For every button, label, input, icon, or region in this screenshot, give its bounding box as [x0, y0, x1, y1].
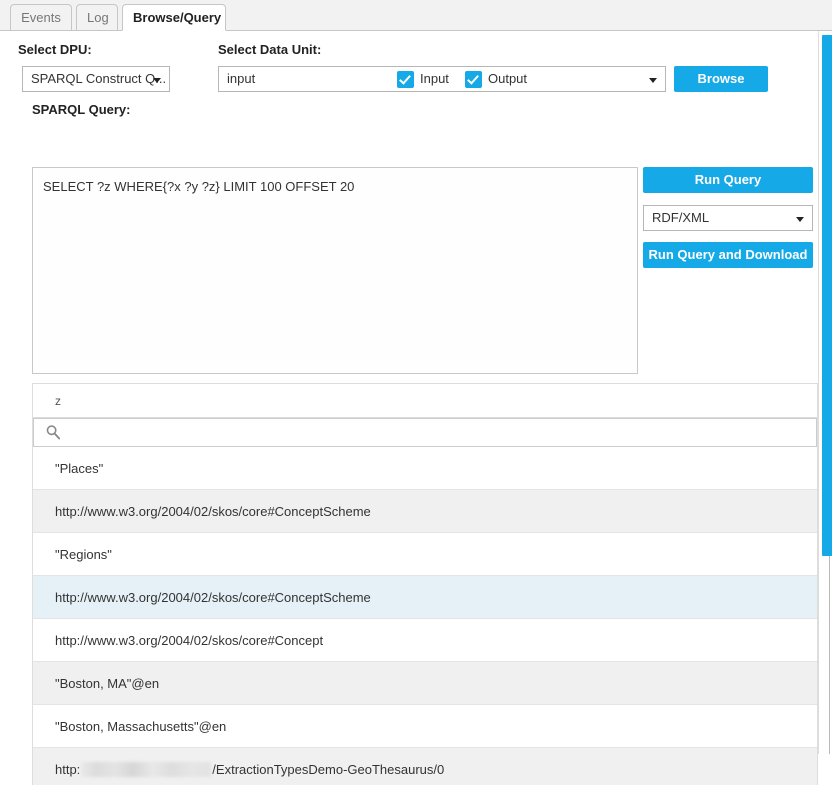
- sparql-query-textarea[interactable]: [32, 167, 638, 374]
- table-row[interactable]: http://www.w3.org/2004/02/skos/core#Conc…: [33, 576, 817, 619]
- scrollbar-track[interactable]: [829, 556, 830, 754]
- table-row[interactable]: "Boston, MA"@en: [33, 662, 817, 705]
- chevron-down-icon: [153, 78, 161, 83]
- run-query-and-download-button[interactable]: Run Query and Download: [643, 242, 813, 268]
- dpu-select-value: SPARQL Construct Q...: [31, 71, 166, 86]
- select-dpu-label: Select DPU:: [18, 42, 92, 57]
- chevron-down-icon: [649, 78, 657, 83]
- chevron-down-icon: [796, 217, 804, 222]
- tab-events[interactable]: Events: [10, 4, 72, 31]
- vertical-scrollbar[interactable]: [818, 31, 832, 754]
- output-checkbox[interactable]: Output: [465, 71, 527, 91]
- output-format-select[interactable]: RDF/XML: [643, 205, 813, 231]
- browse-query-panel: Select DPU: Select Data Unit: SPARQL Que…: [0, 31, 832, 754]
- table-row[interactable]: http://www.w3.org/2004/02/skos/core#Conc…: [33, 490, 817, 533]
- row-text-suffix: /ExtractionTypesDemo-GeoThesaurus/0: [212, 762, 444, 777]
- row-text: "Places": [55, 461, 103, 476]
- row-text: "Boston, Massachusetts"@en: [55, 719, 226, 734]
- tab-browse-query[interactable]: Browse/Query: [122, 4, 226, 31]
- input-checkbox-label: Input: [420, 71, 449, 86]
- table-row[interactable]: "Places": [33, 447, 817, 490]
- row-text: http://www.w3.org/2004/02/skos/core#Conc…: [55, 633, 323, 648]
- results-table: z "Places" http://www.w3.org/2004/02/skos…: [32, 383, 818, 785]
- results-filter-input[interactable]: [68, 419, 802, 448]
- dpu-select[interactable]: SPARQL Construct Q...: [22, 66, 170, 92]
- results-column-header-z[interactable]: z: [33, 384, 817, 418]
- row-text: "Boston, MA"@en: [55, 676, 159, 691]
- select-data-unit-label: Select Data Unit:: [218, 42, 321, 57]
- search-icon: [45, 424, 62, 441]
- table-row[interactable]: "Boston, Massachusetts"@en: [33, 705, 817, 748]
- output-checkbox-label: Output: [488, 71, 527, 86]
- scrollbar-thumb[interactable]: [822, 35, 832, 556]
- data-unit-select-value: input: [227, 71, 255, 86]
- check-icon: [465, 71, 482, 88]
- table-row[interactable]: "Regions": [33, 533, 817, 576]
- row-text-prefix: http:: [55, 762, 80, 777]
- run-query-button[interactable]: Run Query: [643, 167, 813, 193]
- sparql-query-label: SPARQL Query:: [32, 102, 130, 117]
- tab-log[interactable]: Log: [76, 4, 118, 31]
- redacted-text-block: [81, 762, 211, 777]
- results-filter-row[interactable]: [33, 418, 817, 447]
- row-text: "Regions": [55, 547, 112, 562]
- input-checkbox[interactable]: Input: [397, 71, 449, 91]
- check-icon: [397, 71, 414, 88]
- tab-strip: Events Log Browse/Query: [0, 0, 832, 31]
- browse-button[interactable]: Browse: [674, 66, 768, 92]
- table-row[interactable]: http://www.w3.org/2004/02/skos/core#Conc…: [33, 619, 817, 662]
- results-rows: "Places" http://www.w3.org/2004/02/skos/c…: [33, 447, 817, 785]
- row-text: http://www.w3.org/2004/02/skos/core#Conc…: [55, 504, 371, 519]
- output-format-value: RDF/XML: [652, 210, 709, 225]
- row-text: http://www.w3.org/2004/02/skos/core#Conc…: [55, 590, 371, 605]
